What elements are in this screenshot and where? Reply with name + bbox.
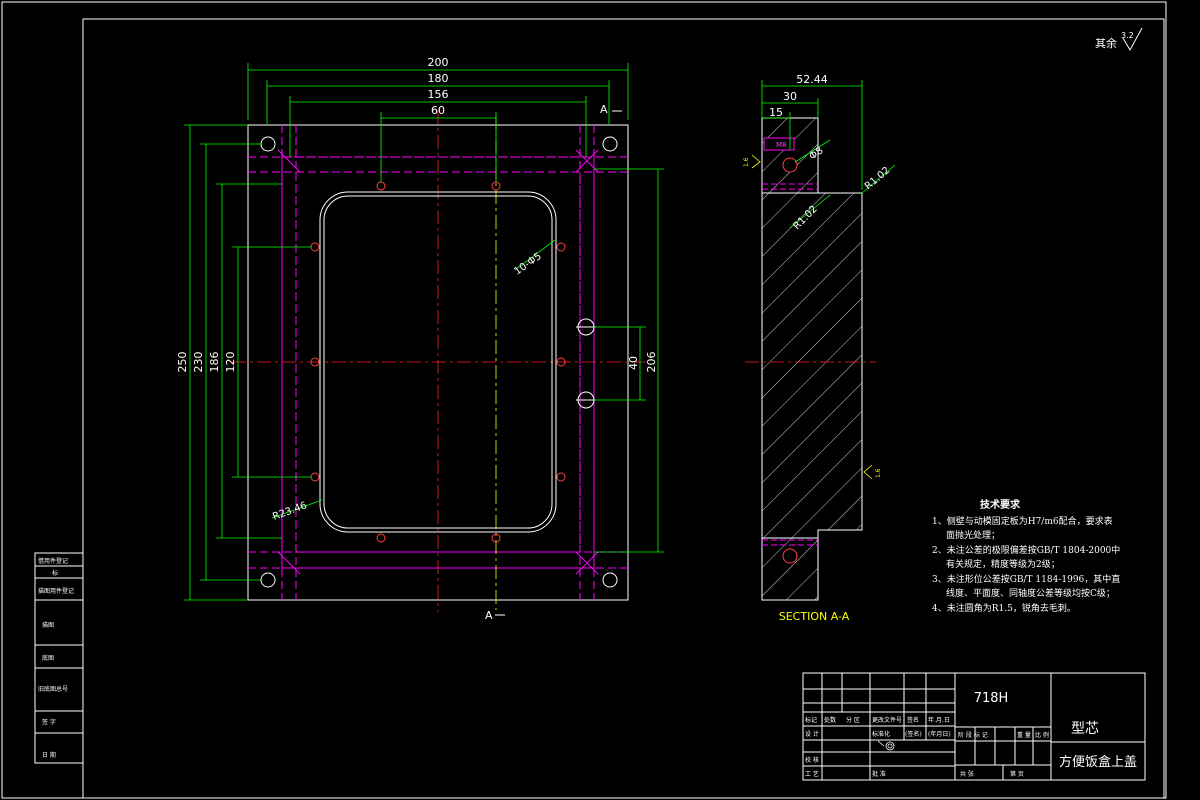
svg-text:1.6: 1.6 bbox=[875, 468, 882, 478]
svg-text:描图用件登记: 描图用件登记 bbox=[38, 587, 74, 595]
section-mark-top: A bbox=[600, 103, 608, 116]
tech-req-line-7: 4、未注圆角为R1.5，锐角去毛刺。 bbox=[932, 602, 1076, 614]
radius-callout: R23.46 bbox=[271, 500, 308, 523]
dim-m8: M8 bbox=[776, 141, 787, 149]
svg-text:(年月日): (年月日) bbox=[928, 730, 951, 738]
svg-text:签 字: 签 字 bbox=[42, 718, 56, 726]
svg-text:校 核: 校 核 bbox=[805, 756, 819, 764]
svg-text:借用件登记: 借用件登记 bbox=[38, 557, 68, 565]
svg-text:更改文件号: 更改文件号 bbox=[872, 716, 902, 724]
svg-text:描图: 描图 bbox=[42, 621, 54, 629]
svg-text:1.6: 1.6 bbox=[743, 157, 750, 167]
section-title: SECTION A-A bbox=[779, 610, 850, 623]
part-type: 型芯 bbox=[1071, 721, 1099, 737]
svg-text:标准化: 标准化 bbox=[872, 730, 890, 738]
dim-206: 206 bbox=[645, 352, 658, 373]
front-view: 200 180 156 60 250 230 186 120 40 206 10… bbox=[176, 56, 664, 622]
dim-186: 186 bbox=[208, 352, 221, 373]
holes-callout: 10-Φ5 bbox=[512, 251, 543, 278]
technical-requirements: 技术要求 1、侧壁与动模固定板为H7/m6配合，要求表 面抛光处理； 2、未注公… bbox=[932, 498, 1120, 614]
svg-text:阶 段 标 记: 阶 段 标 记 bbox=[958, 731, 988, 739]
tech-req-line-4: 有关规定，精度等级为2级； bbox=[946, 558, 1060, 570]
svg-text:旧底图总号: 旧底图总号 bbox=[38, 685, 68, 693]
tech-req-line-6: 线度、平面度、同轴度公差等级均按C级； bbox=[946, 587, 1115, 599]
center-lines bbox=[232, 110, 646, 612]
svg-text:设 计: 设 计 bbox=[805, 730, 819, 738]
dim-r102-b: R1.02 bbox=[863, 165, 892, 192]
svg-text:3.2: 3.2 bbox=[1121, 31, 1134, 40]
svg-text:重 量: 重 量 bbox=[1017, 731, 1031, 739]
tech-req-line-5: 3、未注形位公差按GB/T 1184-1996，其中直 bbox=[932, 573, 1120, 585]
tech-req-line-3: 2、未注公差的极限偏差按GB/T 1804-2000中 bbox=[932, 544, 1120, 556]
side-ports bbox=[576, 318, 596, 409]
dim-230: 230 bbox=[192, 352, 205, 373]
svg-text:日 期: 日 期 bbox=[42, 751, 56, 759]
svg-text:第 页: 第 页 bbox=[1010, 770, 1024, 778]
dim-52-44: 52.44 bbox=[796, 73, 828, 86]
dim-156: 156 bbox=[428, 88, 449, 101]
part-name: 方便饭盒上盖 bbox=[1059, 754, 1137, 770]
svg-text:签名: 签名 bbox=[907, 716, 919, 724]
svg-text:处数: 处数 bbox=[824, 716, 836, 724]
left-strip-labels: 借用件登记 标 描图用件登记 描图 底图 旧底图总号 签 字 日 期 bbox=[38, 557, 74, 759]
dim-180: 180 bbox=[428, 72, 449, 85]
dim-30: 30 bbox=[783, 90, 797, 103]
svg-text:标: 标 bbox=[52, 569, 58, 577]
tech-req-line-1: 1、侧壁与动模固定板为H7/m6配合，要求表 bbox=[932, 515, 1113, 527]
cad-drawing-sheet: 其余 3.2 200 180 156 60 250 230 186 120 40… bbox=[1, 1, 1167, 799]
svg-text:底图: 底图 bbox=[42, 654, 54, 662]
section-mark-bottom: A bbox=[485, 609, 493, 622]
svg-text:批 准: 批 准 bbox=[872, 770, 886, 778]
svg-text:工 艺: 工 艺 bbox=[805, 770, 819, 778]
section-view: 52.44 30 15 M8 Φ8 R1.02 R1.02 1.6 1.6 SE… bbox=[743, 73, 896, 623]
dim-200: 200 bbox=[428, 56, 449, 69]
svg-text:标记: 标记 bbox=[805, 716, 817, 724]
dim-60: 60 bbox=[431, 104, 445, 117]
svg-text:分 区: 分 区 bbox=[846, 716, 860, 724]
svg-text:年.月.日: 年.月.日 bbox=[928, 716, 950, 724]
material: 718H bbox=[974, 691, 1009, 706]
svg-text:其余: 其余 bbox=[1095, 36, 1117, 50]
tech-req-title: 技术要求 bbox=[980, 498, 1021, 511]
tech-req-line-2: 面抛光处理； bbox=[946, 529, 1000, 541]
roughness-symbol: 其余 3.2 bbox=[1095, 27, 1143, 52]
dim-250: 250 bbox=[176, 352, 189, 373]
svg-text:比 例: 比 例 bbox=[1035, 731, 1049, 739]
svg-text:(签名): (签名) bbox=[905, 730, 922, 738]
dim-120: 120 bbox=[224, 352, 237, 373]
svg-text:共 张: 共 张 bbox=[960, 770, 974, 778]
dim-15: 15 bbox=[769, 106, 783, 119]
dim-40: 40 bbox=[627, 356, 640, 370]
